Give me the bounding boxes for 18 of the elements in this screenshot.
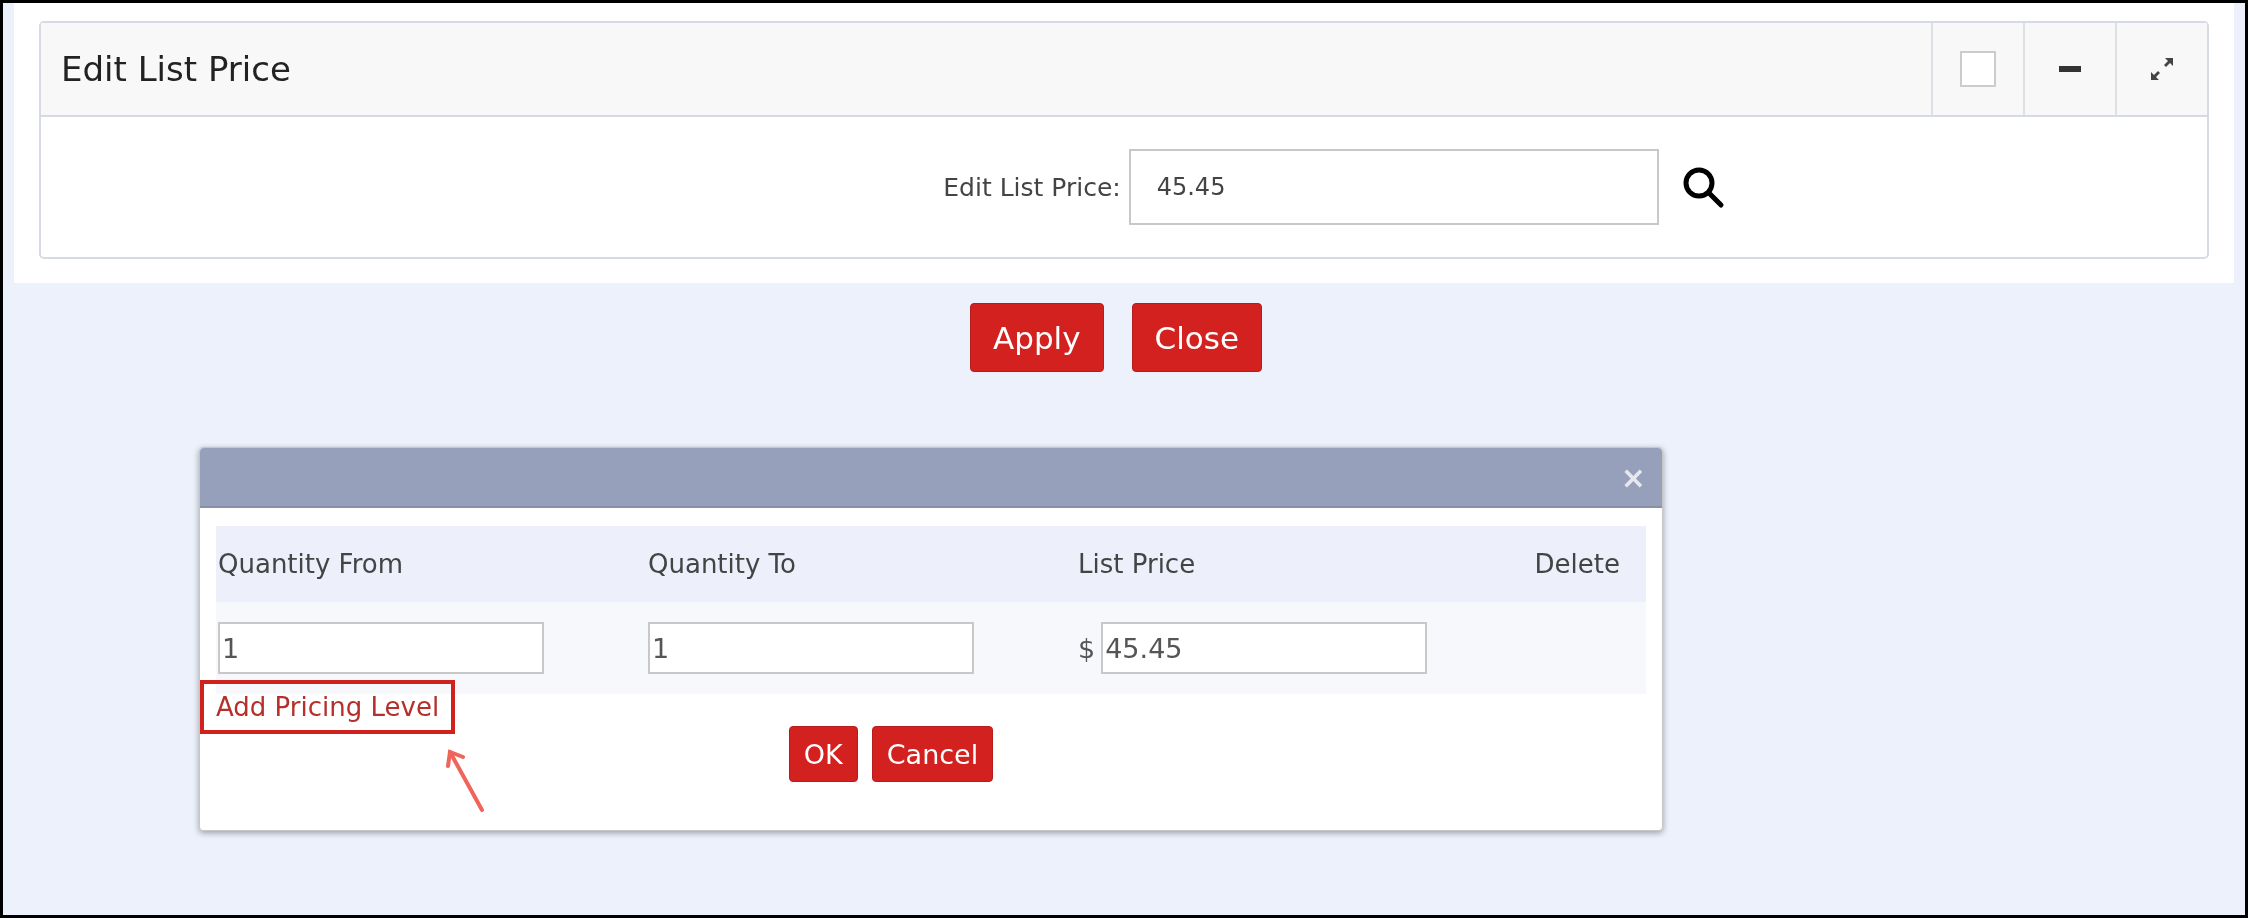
column-header: List Price (1077, 549, 1197, 579)
field-label: Edit List Price: (943, 172, 1121, 202)
expand-icon (2149, 56, 2175, 82)
panel-title: Edit List Price (60, 49, 292, 89)
list-price-field[interactable]: 45.45 (1101, 622, 1428, 674)
quantity-from-field[interactable]: 1 (218, 622, 544, 674)
ok-button[interactable]: OK (788, 726, 858, 782)
cancel-button[interactable]: Cancel (871, 726, 994, 782)
quantity-to-field[interactable]: 1 (648, 622, 974, 674)
add-pricing-level-link[interactable]: Add Pricing Level (200, 680, 456, 734)
minus-icon (2059, 66, 2081, 72)
column-header: Quantity To (647, 549, 797, 579)
price-field[interactable]: 45.45 (1128, 149, 1659, 225)
column-header: Delete (1533, 549, 1621, 579)
apply-button[interactable]: Apply (970, 303, 1104, 372)
column-header: Quantity From (217, 549, 405, 579)
close-button[interactable]: Close (1131, 303, 1262, 372)
currency-symbol: $ (1078, 632, 1096, 664)
